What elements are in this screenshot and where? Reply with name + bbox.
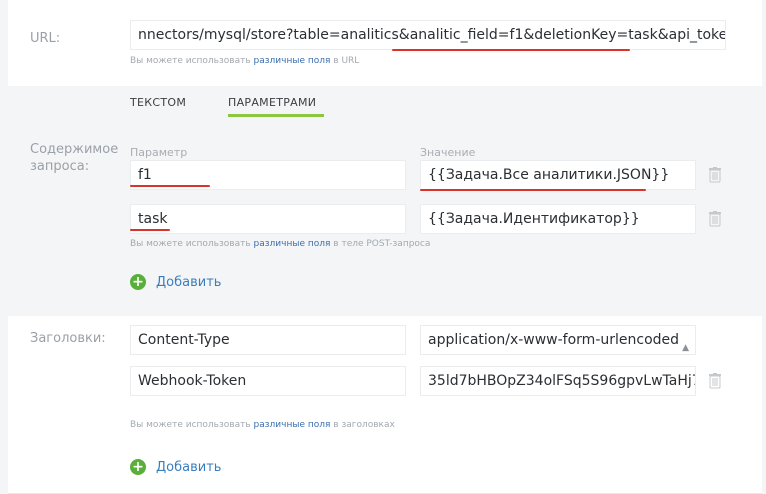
param-value-input[interactable]: {{Задача.Идентификатор}} [420, 204, 696, 234]
header-value-select[interactable]: application/x-www-form-urlencoded ▲ [420, 325, 696, 355]
url-hint-suffix: в URL [333, 56, 360, 66]
url-section: URL: nnectors/mysql/store?table=analitic… [8, 0, 762, 87]
tab-text[interactable]: ТЕКСТОМ [130, 96, 186, 109]
value-column-header: Значение [420, 146, 476, 159]
caret-up-icon: ▲ [682, 343, 689, 353]
headers-hint-suffix: в заголовках [333, 420, 395, 430]
annotation-underline [130, 229, 170, 231]
tab-params[interactable]: ПАРАМЕТРАМИ [228, 96, 316, 109]
annotation-underline [130, 185, 210, 187]
header-name-input[interactable]: Content-Type [130, 325, 406, 355]
param-name-input[interactable]: task [130, 204, 406, 234]
add-header-label: Добавить [156, 459, 222, 475]
webhook-settings-panel: URL: nnectors/mysql/store?table=analitic… [8, 0, 762, 494]
trash-icon[interactable] [709, 167, 721, 183]
plus-icon: + [130, 459, 146, 475]
annotation-underline [392, 49, 630, 51]
add-header-button[interactable]: + Добавить [130, 459, 221, 475]
add-param-button[interactable]: + Добавить [130, 274, 221, 290]
url-label: URL: [30, 31, 61, 46]
trash-icon[interactable] [709, 211, 721, 227]
body-hint-suffix: в теле POST-запроса [333, 239, 431, 249]
headers-section: Заголовки: Content-Type application/x-ww… [8, 316, 762, 494]
body-label-line1: Содержимое [30, 142, 119, 157]
add-param-label: Добавить [156, 274, 222, 290]
header-value-input[interactable]: 35ld7bHBOpZ34olFSq5S96gpvLwTaHj7 [420, 366, 696, 396]
param-column-header: Параметр [130, 146, 188, 159]
headers-label: Заголовки: [30, 331, 106, 346]
headers-hint: Вы можете использовать различные поля в … [130, 420, 395, 430]
headers-hint-link[interactable]: различные поля [254, 420, 331, 430]
body-hint-link[interactable]: различные поля [254, 239, 331, 249]
header-value-text: application/x-www-form-urlencoded [428, 332, 680, 348]
active-tab-indicator [228, 114, 324, 117]
body-label-line2: запроса: [30, 159, 90, 174]
param-value-input[interactable]: {{Задача.Все аналитики.JSON}} [420, 160, 696, 190]
headers-hint-prefix: Вы можете использовать [130, 420, 251, 430]
body-hint-prefix: Вы можете использовать [130, 239, 251, 249]
body-hint: Вы можете использовать различные поля в … [130, 239, 430, 249]
header-name-input[interactable]: Webhook-Token [130, 366, 406, 396]
url-hint-link[interactable]: различные поля [254, 56, 331, 66]
trash-icon[interactable] [709, 373, 721, 389]
annotation-underline [420, 189, 646, 191]
request-body-section: ТЕКСТОМ ПАРАМЕТРАМИ Содержимое запроса: … [8, 86, 762, 317]
url-hint: Вы можете использовать различные поля в … [130, 56, 359, 66]
plus-icon: + [130, 274, 146, 290]
url-hint-prefix: Вы можете использовать [130, 56, 251, 66]
url-input[interactable]: nnectors/mysql/store?table=analitics&ana… [130, 20, 726, 50]
